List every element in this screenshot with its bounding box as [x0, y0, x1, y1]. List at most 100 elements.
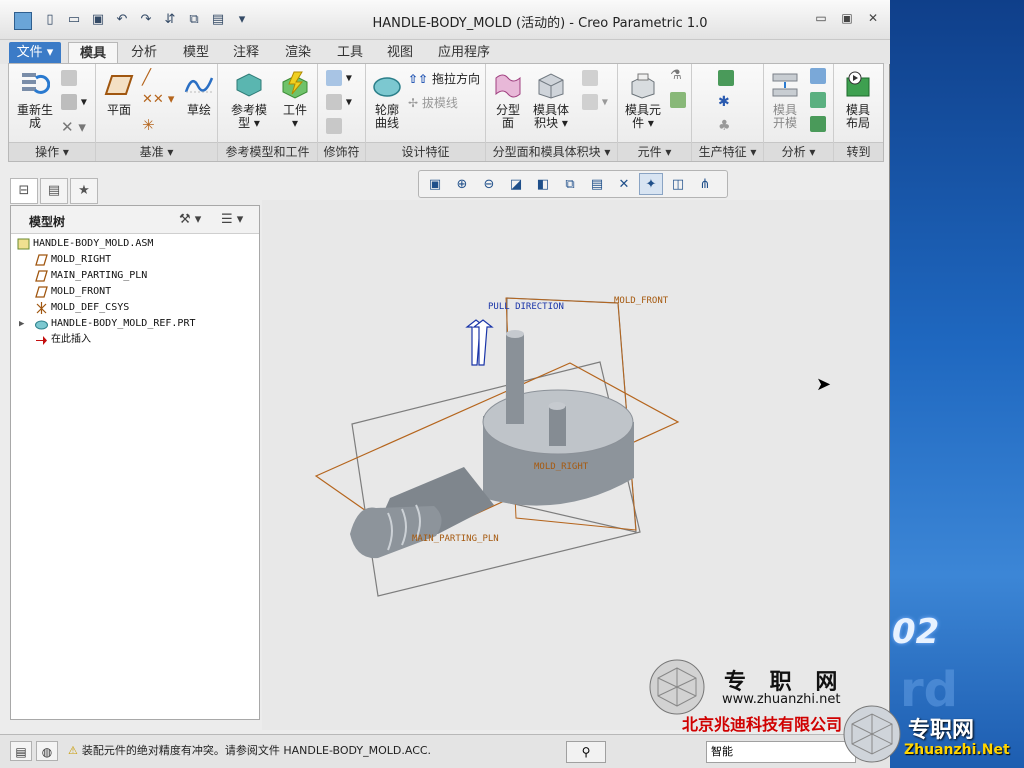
group-datum: 平面 ╱ ✕✕ ▾ ✳ 草绘 基准 ▾ [96, 64, 218, 161]
tree-columns-icon[interactable]: ☰ ▾ [221, 210, 243, 230]
group-label-production[interactable]: 生产特征 ▾ [692, 142, 763, 161]
tree-row[interactable]: ▶ HANDLE-BODY_MOLD_REF.PRT [11, 316, 259, 332]
expand-arrow-icon[interactable]: ▶ [19, 316, 24, 332]
group-label-datum[interactable]: 基准 ▾ [96, 142, 217, 161]
group-label-design-feature[interactable]: 设计特征 [366, 142, 485, 161]
tree-row[interactable]: HANDLE-BODY_MOLD.ASM [11, 236, 259, 252]
datum-display-icon[interactable]: ✕ [612, 173, 636, 195]
find-icon[interactable]: ⚲ [566, 741, 606, 763]
tree-settings-icon[interactable]: ⚒ ▾ [179, 210, 201, 230]
reference-model-button[interactable]: 参考模 型 ▾ [228, 70, 270, 130]
pull-direction-button[interactable]: ⇧⇧ 拖拉方向 [408, 70, 480, 87]
csys-icon[interactable]: ✳ [142, 116, 155, 134]
tab-model[interactable]: 模型 [174, 42, 218, 64]
draft-check-icon[interactable] [810, 68, 826, 84]
view-manager-icon[interactable]: ▤ [585, 173, 609, 195]
delete-icon[interactable]: ✕ ▾ [61, 118, 86, 136]
workpiece-button[interactable]: 工件 ▾ [276, 70, 314, 130]
tree-row[interactable]: MOLD_FRONT [11, 284, 259, 300]
regenerate-button[interactable]: 重新生 成 [13, 70, 57, 130]
tab-annotate[interactable]: 注释 [226, 42, 266, 64]
projected-area-icon[interactable] [810, 116, 826, 132]
group-label-reference-model[interactable]: 参考模型和工件 [218, 142, 317, 161]
group-label-analysis[interactable]: 分析 ▾ [764, 142, 833, 161]
tree-row[interactable]: MOLD_RIGHT [11, 252, 259, 268]
round-icon[interactable] [326, 118, 342, 134]
mold-component-button[interactable]: 模具元 件 ▾ [622, 70, 664, 130]
mold-volume-button[interactable]: 模具体 积块 ▾ [530, 70, 572, 130]
toggle-browser-icon[interactable]: ◍ [36, 741, 58, 761]
model-tree-tab-icon[interactable]: ⊟ [10, 178, 38, 204]
cast-icon[interactable] [670, 92, 686, 108]
plane-button[interactable]: 平面 [102, 70, 136, 117]
volume-options-icon[interactable]: ▾ [582, 94, 608, 110]
tab-render[interactable]: 渲染 [278, 42, 318, 64]
redo-icon[interactable]: ↷ [136, 10, 156, 30]
group-label-goto[interactable]: 转到 [834, 142, 883, 161]
regenerate-icon[interactable]: ⇵ [160, 10, 180, 30]
windows-icon[interactable]: ⧉ [184, 10, 204, 30]
tree-row[interactable]: 在此插入 [11, 332, 259, 348]
waterline-icon[interactable] [718, 70, 734, 86]
parting-surface-button[interactable]: 分型 面 [490, 70, 526, 130]
zoom-in-icon[interactable]: ⊕ [450, 173, 474, 195]
mold-opening-button[interactable]: 模具 开模 [766, 70, 804, 130]
tab-file[interactable]: 文件 ▾ [9, 42, 61, 64]
silhouette-curve-button[interactable]: 轮廓 曲线 [370, 70, 404, 130]
draft-line-button[interactable]: ✢ 拔模线 [408, 94, 458, 111]
favorites-tab-icon[interactable]: ★ [70, 178, 98, 204]
tab-mold[interactable]: 模具 [68, 42, 118, 64]
thickness-check-icon[interactable] [810, 92, 826, 108]
display-style-icon[interactable]: ◧ [531, 173, 555, 195]
group-label-component[interactable]: 元件 ▾ [618, 142, 691, 161]
zoom-out-icon[interactable]: ⊖ [477, 173, 501, 195]
minimize-icon[interactable]: ▭ [810, 8, 832, 28]
tree-row[interactable]: MOLD_DEF_CSYS [11, 300, 259, 316]
sketch-icon [184, 77, 214, 93]
graphics-area[interactable]: PULL DIRECTION MOLD_FRONT MOLD_RIGHT MAI… [262, 200, 888, 730]
selection-filter[interactable]: 智能 [706, 741, 856, 763]
annotation-display-icon[interactable]: ◫ [666, 173, 690, 195]
shrink-icon[interactable]: ▾ [326, 70, 352, 86]
customize-chevron-icon[interactable]: ▾ [232, 10, 252, 30]
new-file-icon[interactable]: ▯ [40, 10, 60, 30]
undo-icon[interactable]: ↶ [112, 10, 132, 30]
split-volume-icon[interactable] [582, 70, 598, 86]
copy-icon[interactable] [61, 70, 77, 86]
spin-center-icon[interactable]: ✦ [639, 173, 663, 195]
short-pin-top [548, 402, 566, 410]
repaint-icon[interactable]: ◪ [504, 173, 528, 195]
close-icon[interactable]: ✕ [862, 8, 884, 28]
app-icon[interactable] [14, 12, 32, 30]
close-window-icon[interactable]: ▤ [208, 10, 228, 30]
paste-icon[interactable]: ▾ [61, 94, 87, 110]
tree-row[interactable]: MAIN_PARTING_PLN [11, 268, 259, 284]
tab-analysis[interactable]: 分析 [122, 42, 166, 64]
mold-layout-button[interactable]: 模具 布局 [838, 70, 878, 130]
save-icon[interactable]: ▣ [88, 10, 108, 30]
toggle-navigator-icon[interactable]: ▤ [10, 741, 32, 761]
tab-applications[interactable]: 应用程序 [432, 42, 496, 64]
axis-icon[interactable]: ╱ [142, 68, 151, 86]
runner-icon[interactable]: ♣ [718, 118, 731, 134]
mold-base-icon[interactable]: ⚗ [670, 68, 682, 83]
group-label-operations[interactable]: 操作 ▾ [9, 142, 95, 161]
network-icon[interactable]: ⋔ [693, 173, 717, 195]
point-icon[interactable]: ✕✕ ▾ [142, 92, 174, 107]
title-bar: ▯ ▭ ▣ ↶ ↷ ⇵ ⧉ ▤ ▾ HANDLE-BODY_MOLD (活动的)… [0, 0, 890, 40]
maximize-icon[interactable]: ▣ [836, 8, 858, 28]
shrink-dimension-icon[interactable]: ▾ [326, 94, 352, 110]
tab-tools[interactable]: 工具 [330, 42, 370, 64]
handle-grip [350, 506, 442, 559]
folder-browser-tab-icon[interactable]: ▤ [40, 178, 68, 204]
refit-icon[interactable]: ▣ [423, 173, 447, 195]
ejector-pin-icon[interactable]: ✱ [718, 94, 730, 110]
window-title: HANDLE-BODY_MOLD (活动的) - Creo Parametric… [372, 16, 708, 31]
group-label-parting-surface[interactable]: 分型面和模具体积块 ▾ [486, 142, 617, 161]
tab-view[interactable]: 视图 [380, 42, 420, 64]
open-folder-icon[interactable]: ▭ [64, 10, 84, 30]
group-label-modifier[interactable]: 修饰符 [318, 142, 365, 161]
saved-views-icon[interactable]: ⧉ [558, 173, 582, 195]
sketch-button[interactable]: 草绘 [182, 70, 216, 117]
group-analysis: 模具 开模 分析 ▾ [764, 64, 834, 161]
